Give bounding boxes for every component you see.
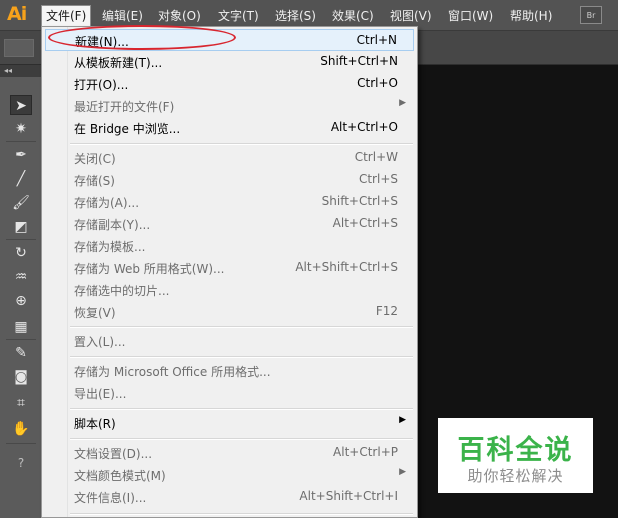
menu-item-shortcut: Alt+Ctrl+O bbox=[330, 120, 398, 134]
menu-edit[interactable]: 编辑(E) bbox=[98, 6, 147, 26]
menu-item-shortcut: Ctrl+W bbox=[354, 150, 398, 164]
menu-item-label: 存储为 Microsoft Office 所用格式... bbox=[74, 365, 271, 379]
menu-item-shortcut: Alt+Ctrl+P bbox=[333, 445, 398, 459]
menu-item-label: 存储(S) bbox=[74, 174, 115, 188]
menu-item-label: 置入(L)... bbox=[74, 335, 126, 349]
menu-item-document-setup[interactable]: 文档设置(D)... Alt+Ctrl+P bbox=[45, 442, 414, 464]
warp-icon[interactable]: ♒ bbox=[10, 267, 32, 287]
submenu-arrow-icon: ▶ bbox=[399, 415, 406, 425]
menu-item-label: 存储副本(Y)... bbox=[74, 218, 151, 232]
menu-item-save-selected-slices[interactable]: 存储选中的切片... bbox=[45, 279, 414, 301]
menu-item-shortcut: Alt+Shift+Ctrl+S bbox=[295, 260, 398, 274]
menu-item-save-for-office[interactable]: 存储为 Microsoft Office 所用格式... bbox=[45, 360, 414, 382]
menu-item-save-for-web[interactable]: 存储为 Web 所用格式(W)... Alt+Shift+Ctrl+S bbox=[45, 257, 414, 279]
menu-item-file-info[interactable]: 文件信息(I)... Alt+Shift+Ctrl+I bbox=[45, 486, 414, 508]
menu-item-save-as[interactable]: 存储为(A)... Shift+Ctrl+S bbox=[45, 191, 414, 213]
menu-item-new-from-template[interactable]: 从模板新建(T)... Shift+Ctrl+N bbox=[45, 51, 414, 73]
rotate-icon[interactable]: ↻ bbox=[10, 243, 32, 263]
menu-item-open[interactable]: 打开(O)... Ctrl+O bbox=[45, 73, 414, 95]
menu-item-shortcut: Ctrl+S bbox=[358, 172, 398, 186]
watermark: 百科全说 助你轻松解决 bbox=[438, 418, 593, 493]
eraser-icon[interactable]: ◩ bbox=[10, 217, 32, 237]
paintbrush-icon[interactable]: 🖌 bbox=[10, 193, 32, 213]
menu-effect[interactable]: 效果(C) bbox=[328, 6, 378, 26]
toolbar-divider bbox=[6, 443, 36, 444]
control-bar-widget[interactable] bbox=[4, 39, 34, 57]
menu-help[interactable]: 帮助(H) bbox=[506, 6, 556, 26]
submenu-arrow-icon: ▶ bbox=[399, 98, 406, 108]
menu-item-browse-in-bridge[interactable]: 在 Bridge 中浏览... Alt+Ctrl+O bbox=[45, 117, 414, 139]
watermark-title: 百科全说 bbox=[457, 435, 574, 466]
menu-separator bbox=[70, 438, 413, 440]
hand-icon[interactable]: ✋ bbox=[10, 419, 32, 439]
menu-item-recent-files[interactable]: 最近打开的文件(F) ▶ bbox=[45, 95, 414, 117]
toolbar-divider bbox=[6, 141, 36, 142]
submenu-arrow-icon: ▶ bbox=[399, 467, 406, 477]
menu-item-shortcut: Shift+Ctrl+N bbox=[320, 54, 398, 68]
menu-item-label: 从模板新建(T)... bbox=[74, 56, 163, 70]
artboard-icon[interactable]: ⌗ bbox=[10, 393, 32, 413]
menu-item-label: 打开(O)... bbox=[74, 78, 129, 92]
collapse-icon[interactable]: ◂◂ bbox=[4, 66, 12, 75]
symbol-sprayer-icon[interactable]: ◙ bbox=[10, 367, 32, 387]
menu-item-revert[interactable]: 恢复(V) F12 bbox=[45, 301, 414, 323]
menu-separator bbox=[70, 408, 413, 410]
menu-item-place[interactable]: 置入(L)... bbox=[45, 330, 414, 352]
menu-item-save-as-template[interactable]: 存储为模板... bbox=[45, 235, 414, 257]
menu-separator bbox=[70, 356, 413, 358]
menu-item-label: 存储为(A)... bbox=[74, 196, 140, 210]
menu-view[interactable]: 视图(V) bbox=[386, 6, 436, 26]
menu-select[interactable]: 选择(S) bbox=[271, 6, 320, 26]
menu-item-label: 脚本(R) bbox=[74, 417, 116, 431]
menu-separator bbox=[70, 513, 413, 515]
menu-object[interactable]: 对象(O) bbox=[154, 6, 205, 26]
menu-item-shortcut: Ctrl+O bbox=[357, 76, 398, 90]
menu-item-shortcut: Shift+Ctrl+S bbox=[321, 194, 398, 208]
file-menu-dropdown: 新建(N)... Ctrl+N 从模板新建(T)... Shift+Ctrl+N… bbox=[41, 26, 418, 518]
menu-item-shortcut: Ctrl+N bbox=[356, 33, 397, 47]
menu-item-label: 文档颜色模式(M) bbox=[74, 469, 166, 483]
app-logo: Ai bbox=[7, 3, 27, 25]
menu-item-shortcut: Alt+Ctrl+S bbox=[332, 216, 398, 230]
menu-item-label: 最近打开的文件(F) bbox=[74, 100, 175, 114]
help-icon[interactable]: ? bbox=[10, 453, 32, 473]
menu-item-label: 存储为 Web 所用格式(W)... bbox=[74, 262, 225, 276]
toolbar-divider bbox=[6, 339, 36, 340]
menu-item-label: 文件信息(I)... bbox=[74, 491, 147, 505]
perspective-grid-icon[interactable]: ▦ bbox=[10, 317, 32, 337]
menu-separator bbox=[70, 326, 413, 328]
menu-separator bbox=[70, 143, 413, 145]
line-segment-icon[interactable]: ╱ bbox=[10, 169, 32, 189]
watermark-subtitle: 助你轻松解决 bbox=[467, 467, 564, 485]
menu-item-shortcut: Alt+Shift+Ctrl+I bbox=[299, 489, 398, 503]
bridge-button[interactable]: Br bbox=[580, 6, 602, 24]
menu-item-save[interactable]: 存储(S) Ctrl+S bbox=[45, 169, 414, 191]
menu-window[interactable]: 窗口(W) bbox=[444, 6, 497, 26]
menu-item-export[interactable]: 导出(E)... bbox=[45, 382, 414, 404]
menu-item-label: 在 Bridge 中浏览... bbox=[74, 122, 181, 136]
shape-builder-icon[interactable]: ⊕ bbox=[10, 291, 32, 311]
selection-arrow-icon[interactable]: ➤ bbox=[10, 95, 32, 115]
menu-item-label: 文档设置(D)... bbox=[74, 447, 153, 461]
menu-item-label: 导出(E)... bbox=[74, 387, 127, 401]
menu-item-label: 关闭(C) bbox=[74, 152, 116, 166]
tools-panel: ➤ ✷ ✒ ╱ 🖌 ◩ ↻ ♒ ⊕ ▦ ✎ ◙ ⌗ ✋ ? bbox=[0, 77, 42, 518]
menu-item-label: 存储为模板... bbox=[74, 240, 146, 254]
menu-item-document-color-mode[interactable]: 文档颜色模式(M) ▶ bbox=[45, 464, 414, 486]
menu-item-label: 恢复(V) bbox=[74, 306, 116, 320]
toolbar-divider bbox=[6, 239, 36, 240]
menu-file[interactable]: 文件(F) bbox=[41, 5, 92, 27]
eyedropper-icon[interactable]: ✎ bbox=[10, 343, 32, 363]
menu-item-scripts[interactable]: 脚本(R) ▶ bbox=[45, 412, 414, 434]
menu-type[interactable]: 文字(T) bbox=[214, 6, 263, 26]
menu-item-label: 存储选中的切片... bbox=[74, 284, 170, 298]
menu-item-save-copy[interactable]: 存储副本(Y)... Alt+Ctrl+S bbox=[45, 213, 414, 235]
menu-item-close[interactable]: 关闭(C) Ctrl+W bbox=[45, 147, 414, 169]
magic-wand-icon[interactable]: ✷ bbox=[10, 119, 32, 139]
annotation-ellipse bbox=[48, 25, 236, 50]
pen-icon[interactable]: ✒ bbox=[10, 145, 32, 165]
menu-item-shortcut: F12 bbox=[375, 304, 398, 318]
